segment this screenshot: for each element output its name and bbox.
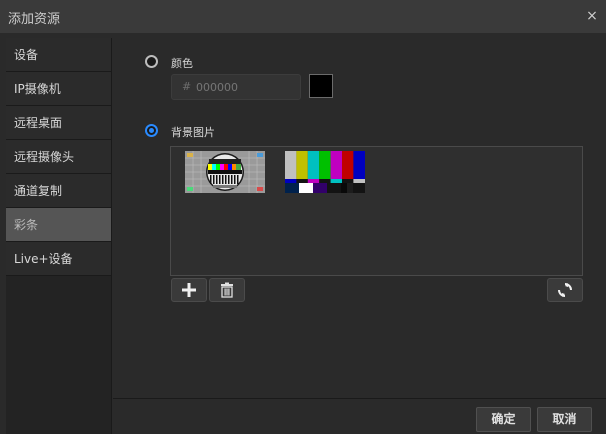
title-bar: 添加资源 × (0, 0, 606, 33)
background-image-radio[interactable] (145, 124, 158, 137)
dialog-footer: 确定 取消 (113, 398, 606, 434)
color-swatch[interactable] (309, 74, 333, 98)
refresh-icon (558, 283, 572, 297)
sidebar-item-device[interactable]: 设备 (6, 38, 111, 72)
color-bars-image (285, 151, 365, 193)
cancel-button[interactable]: 取消 (537, 407, 592, 432)
trash-icon (221, 282, 233, 298)
ok-button[interactable]: 确定 (476, 407, 531, 432)
sidebar-item-color-bars[interactable]: 彩条 (6, 208, 111, 242)
sidebar-item-ip-camera[interactable]: IP摄像机 (6, 72, 111, 106)
add-image-button[interactable] (171, 278, 207, 302)
resource-type-sidebar: 设备 IP摄像机 远程桌面 远程摄像头 通道复制 彩条 Live+设备 (6, 38, 112, 434)
add-resource-dialog: 添加资源 × 设备 IP摄像机 远程桌面 远程摄像头 通道复制 彩条 Live+… (0, 0, 606, 434)
hash-prefix: # (182, 80, 192, 93)
color-hex-input[interactable] (196, 81, 286, 94)
color-bars-thumbnail[interactable] (285, 151, 365, 193)
image-list-panel (170, 146, 583, 276)
close-icon[interactable]: × (584, 8, 600, 24)
sidebar-item-remote-desktop[interactable]: 远程桌面 (6, 106, 111, 140)
sidebar-item-remote-camera[interactable]: 远程摄像头 (6, 140, 111, 174)
plus-icon (182, 283, 196, 297)
sidebar-item-channel-copy[interactable]: 通道复制 (6, 174, 111, 208)
color-label: 颜色 (171, 57, 193, 70)
test-card-image (185, 151, 265, 193)
delete-image-button[interactable] (209, 278, 245, 302)
test-card-thumbnail[interactable] (185, 151, 265, 193)
background-image-label: 背景图片 (171, 126, 215, 139)
dialog-title: 添加资源 (8, 12, 61, 27)
color-hex-field[interactable]: # (171, 74, 301, 100)
main-panel: 颜色 # 背景图片 (113, 38, 606, 398)
sidebar-item-live-device[interactable]: Live+设备 (6, 242, 111, 276)
refresh-images-button[interactable] (547, 278, 583, 302)
color-radio[interactable] (145, 55, 158, 68)
